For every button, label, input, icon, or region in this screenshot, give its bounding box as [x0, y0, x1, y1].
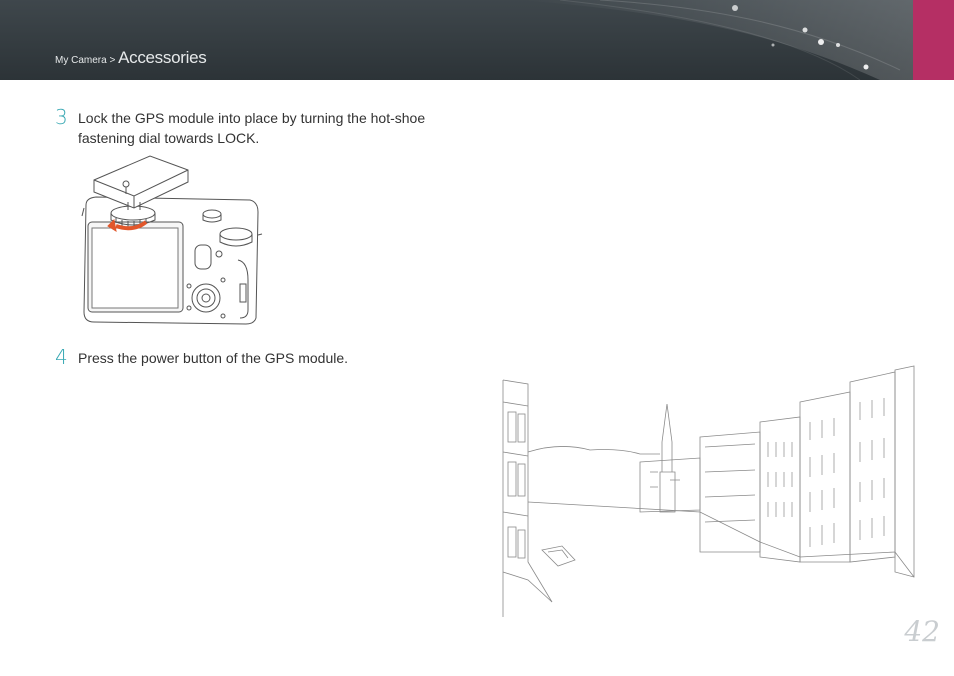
city-canal-illustration	[502, 365, 915, 617]
header-decoration	[520, 0, 913, 80]
breadcrumb-separator: >	[106, 55, 119, 66]
section-tab	[913, 0, 954, 80]
breadcrumb-parent[interactable]: My Camera	[55, 55, 107, 66]
step-text: Press the power button of the GPS module…	[78, 350, 349, 366]
header-banner: My Camera > Accessories	[0, 0, 954, 80]
camera-gps-illustration	[81, 155, 263, 325]
page-number: 42	[904, 615, 940, 648]
step-number: 3	[55, 105, 68, 129]
breadcrumb-current: Accessories	[118, 48, 207, 67]
breadcrumb: My Camera > Accessories	[55, 48, 207, 68]
step-text: Lock the GPS module into place by turnin…	[78, 110, 426, 146]
step-number: 4	[55, 345, 68, 369]
